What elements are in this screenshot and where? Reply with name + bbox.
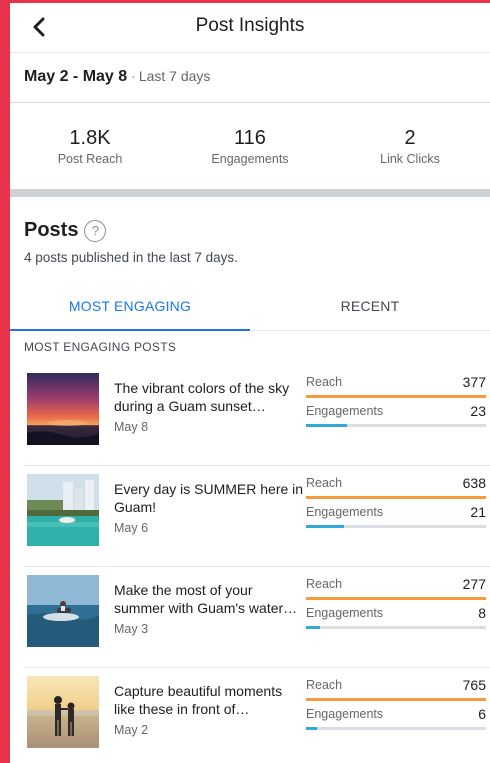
metric-label: Engagements [306,404,384,418]
reach-bar [306,597,486,600]
post-caption: Make the most of your summer with Guam's… [114,582,284,616]
reach-metric: Reach 377 [306,374,486,404]
engagements-bar-fill [306,525,344,528]
post-date: May 2 [114,723,149,737]
reach-bar-fill [306,597,486,600]
section-title: Posts [24,219,79,241]
stat-label: Post Reach [57,152,123,166]
top-bar: Post Insights [10,3,490,53]
post-date: May 6 [114,521,149,535]
screen-edge [0,0,10,763]
post-list: The vibrant colors of the sky during a G… [10,365,490,763]
engagements-bar [306,525,486,528]
reach-value: 277 [462,576,486,592]
post-text: The vibrant colors of the sky during a G… [114,379,304,434]
reach-value: 638 [462,475,486,491]
tab-most-engaging[interactable]: MOST ENGAGING [10,283,250,331]
stat-value: 116 [234,127,266,149]
reach-bar-fill [306,496,486,499]
tab-recent[interactable]: RECENT [250,283,490,330]
post-metrics: Reach 377 Engagements 23 [306,374,486,433]
section-subtitle: 4 posts published in the last 7 days. [24,250,238,265]
date-range-selector[interactable]: May 2 - May 8 · Last 7 days [10,53,490,103]
engagements-bar [306,727,486,730]
engagements-metric: Engagements 8 [306,605,486,635]
metric-label: Reach [306,375,343,389]
post-caption: Every day is SUMMER here in Guam! [114,481,304,515]
reach-metric: Reach 638 [306,475,486,505]
metric-label: Reach [306,577,343,591]
engagements-value: 6 [478,706,486,722]
stat-engagements[interactable]: 116 Engagements [170,127,330,189]
post-text: Every day is SUMMER here in Guam! May 6 [114,480,304,535]
metric-label: Engagements [306,505,384,519]
page-title: Post Insights [195,15,305,36]
reach-metric: Reach 765 [306,677,486,707]
metric-label: Reach [306,678,343,692]
posts-section-header: Posts? 4 posts published in the last 7 d… [10,197,490,279]
engagements-metric: Engagements 23 [306,403,486,433]
post-thumbnail [27,575,99,647]
date-separator: · [131,68,136,84]
post-text: Make the most of your summer with Guam's… [114,581,304,636]
reach-bar-fill [306,395,486,398]
reach-value: 377 [462,374,486,390]
stat-post-reach[interactable]: 1.8K Post Reach [10,127,170,189]
post-row[interactable]: Every day is SUMMER here in Guam! May 6 … [24,466,490,567]
stat-value: 1.8K [69,127,111,149]
post-caption: The vibrant colors of the sky during a G… [114,380,290,414]
stat-label: Link Clicks [380,152,440,166]
reach-bar [306,496,486,499]
metric-label: Reach [306,476,343,490]
stat-link-clicks[interactable]: 2 Link Clicks [330,127,490,189]
engagements-bar [306,424,486,427]
post-metrics: Reach 277 Engagements 8 [306,576,486,635]
reach-bar [306,395,486,398]
engagements-metric: Engagements 21 [306,504,486,534]
date-range: May 2 - May 8 [24,68,128,85]
summary-stats: 1.8K Post Reach 116 Engagements 2 Link C… [10,103,490,189]
engagements-bar [306,626,486,629]
post-row[interactable]: Make the most of your summer with Guam's… [24,567,490,668]
reach-metric: Reach 277 [306,576,486,606]
help-icon[interactable]: ? [84,219,107,242]
engagements-bar-fill [306,424,348,427]
sunset-photo [27,373,99,445]
kids-beach-photo [27,676,99,748]
post-metrics: Reach 638 Engagements 21 [306,475,486,534]
jetski-photo [27,575,99,647]
post-insights-screen: Post Insights May 2 - May 8 · Last 7 days … [10,3,490,763]
engagements-value: 23 [470,403,486,419]
list-heading: MOST ENGAGING POSTS [24,340,177,354]
post-thumbnail [27,474,99,546]
post-thumbnail [27,373,99,445]
tab-bar: MOST ENGAGING RECENT [10,283,490,331]
post-caption: Capture beautiful moments like these in … [114,683,283,717]
post-text: Capture beautiful moments like these in … [114,682,304,737]
reach-bar-fill [306,698,486,701]
stat-label: Engagements [211,152,289,166]
pool-photo [27,474,99,546]
section-divider [10,189,490,197]
engagements-value: 8 [478,605,486,621]
post-row[interactable]: Capture beautiful moments like these in … [24,668,490,763]
engagements-bar-fill [306,626,321,629]
engagements-metric: Engagements 6 [306,706,486,736]
engagements-value: 21 [470,504,486,520]
reach-bar [306,698,486,701]
metric-label: Engagements [306,707,384,721]
post-metrics: Reach 765 Engagements 6 [306,677,486,736]
engagements-bar-fill [306,727,317,730]
date-period: Last 7 days [138,68,211,84]
post-row[interactable]: The vibrant colors of the sky during a G… [24,365,490,466]
stat-value: 2 [404,127,416,149]
reach-value: 765 [462,677,486,693]
metric-label: Engagements [306,606,384,620]
post-thumbnail [27,676,99,748]
post-date: May 8 [114,420,149,434]
post-date: May 3 [114,622,149,636]
